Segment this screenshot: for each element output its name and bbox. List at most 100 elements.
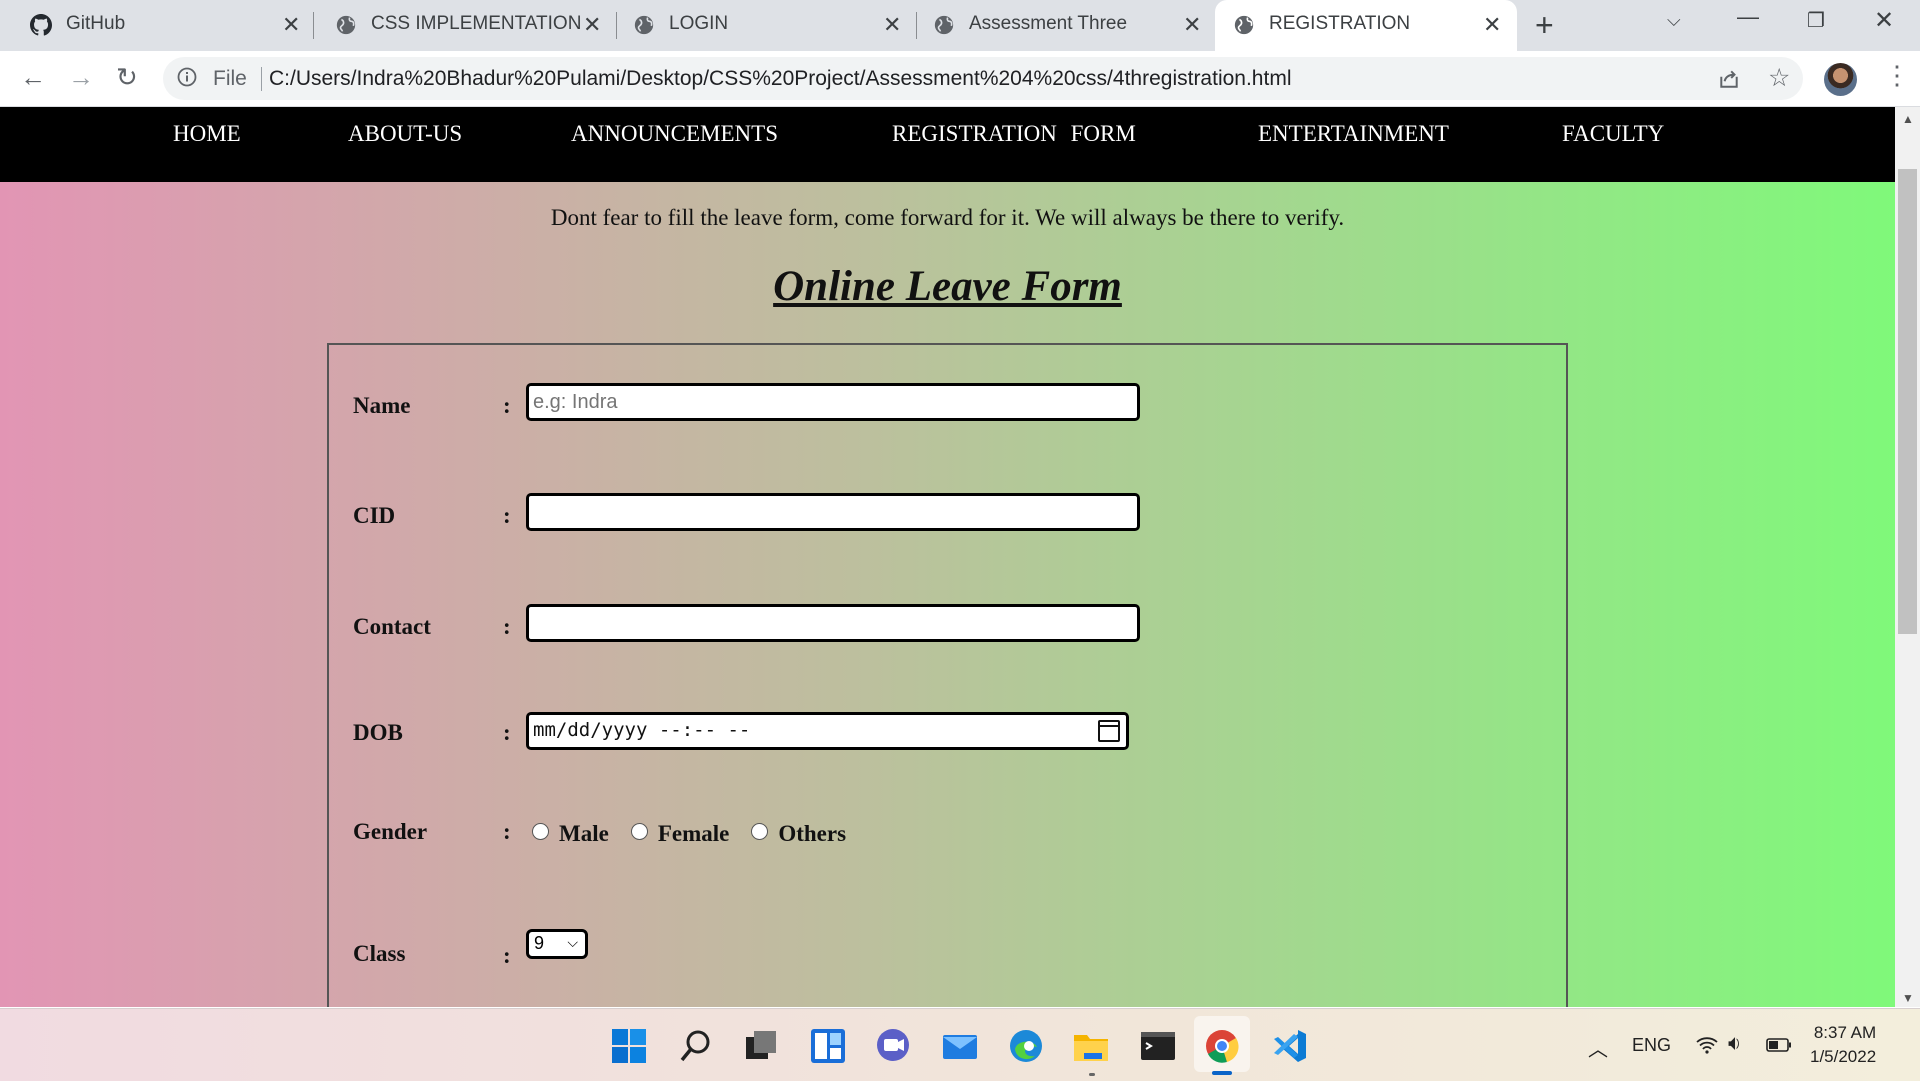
colon: :: [503, 503, 511, 528]
back-icon[interactable]: ←: [20, 62, 46, 93]
radio-label: Others: [778, 821, 847, 846]
system-clock[interactable]: 8:37 AM 1/5/2022: [1810, 1021, 1876, 1069]
chrome-icon[interactable]: [1203, 1027, 1241, 1065]
dob-label: DOB: [353, 720, 403, 745]
nav-home[interactable]: HOME: [173, 121, 241, 147]
task-view-icon[interactable]: [742, 1027, 780, 1065]
tab-title: CSS IMPLEMENTATION: [371, 13, 582, 34]
language-indicator[interactable]: ENG: [1632, 1035, 1671, 1056]
colon: :: [503, 819, 511, 844]
share-icon[interactable]: [1718, 68, 1740, 90]
colon: :: [503, 943, 511, 968]
mail-icon[interactable]: [941, 1027, 979, 1065]
nav-faculty[interactable]: FACULTY: [1562, 121, 1664, 147]
tab-title: REGISTRATION: [1269, 13, 1411, 34]
running-indicator: [1212, 1071, 1232, 1075]
radio-others[interactable]: [751, 822, 769, 840]
close-tab-icon[interactable]: ✕: [1183, 13, 1201, 37]
tab-login[interactable]: LOGIN ✕: [605, 0, 915, 51]
globe-icon: [934, 15, 954, 35]
info-icon[interactable]: [177, 67, 197, 87]
scroll-thumb[interactable]: [1898, 169, 1917, 634]
class-label: Class: [353, 941, 406, 966]
nav-about-us[interactable]: ABOUT-US: [348, 121, 462, 147]
dob-datetime-input[interactable]: mm/dd/yyyy --:-- --: [526, 712, 1129, 750]
search-icon[interactable]: [677, 1027, 715, 1065]
github-icon: [30, 14, 52, 36]
new-tab-icon[interactable]: +: [1535, 8, 1554, 42]
name-placeholder: e.g: Indra: [533, 391, 618, 413]
scroll-up-arrow-icon[interactable]: ▲: [1902, 112, 1914, 126]
vscode-icon[interactable]: [1271, 1027, 1309, 1065]
tab-title: LOGIN: [669, 13, 729, 34]
page-title: Online Leave Form: [773, 263, 1122, 310]
windows-start-icon[interactable]: [610, 1027, 648, 1065]
calendar-icon[interactable]: [1098, 720, 1120, 742]
edge-icon[interactable]: [1007, 1027, 1045, 1065]
windows-taskbar: ︿ ENG 🔉︎ 8:37 AM 1/5/2022: [0, 1008, 1920, 1081]
globe-icon: [1234, 15, 1254, 35]
tab-css-implementation[interactable]: CSS IMPLEMENTATION ✕: [305, 0, 615, 51]
tab-search-icon[interactable]: ⌵: [1667, 10, 1681, 31]
battery-icon[interactable]: [1766, 1038, 1792, 1052]
tab-registration[interactable]: REGISTRATION ✕: [1215, 0, 1517, 51]
file-explorer-icon[interactable]: [1072, 1027, 1110, 1065]
profile-avatar[interactable]: [1824, 63, 1857, 96]
contact-label: Contact: [353, 614, 431, 639]
class-select-value: 9: [534, 933, 545, 953]
wifi-icon[interactable]: [1695, 1035, 1719, 1055]
close-tab-icon[interactable]: ✕: [883, 13, 901, 37]
forward-icon[interactable]: →: [68, 62, 94, 93]
clock-date: 1/5/2022: [1810, 1047, 1877, 1066]
radio-label: Male: [559, 821, 609, 846]
site-navbar: HOME ABOUT-US ANNOUNCEMENTS REGISTRATION…: [0, 107, 1895, 182]
nav-entertainment[interactable]: ENTERTAINMENT: [1258, 121, 1449, 147]
close-tab-icon[interactable]: ✕: [1483, 13, 1501, 37]
contact-input[interactable]: [526, 604, 1140, 642]
globe-icon: [634, 15, 654, 35]
chevron-down-icon: ⌵: [567, 934, 578, 950]
reload-icon[interactable]: ↻: [116, 62, 138, 93]
volume-icon[interactable]: 🔉︎: [1728, 1032, 1741, 1056]
cid-label: CID: [353, 503, 396, 528]
nav-registration-form[interactable]: REGISTRATION FORM: [892, 121, 1136, 147]
restore-icon[interactable]: ❐: [1807, 8, 1825, 33]
globe-icon: [336, 15, 356, 35]
tab-assessment-three[interactable]: Assessment Three ✕: [905, 0, 1215, 51]
colon: :: [503, 393, 511, 418]
clock-time: 8:37 AM: [1813, 1023, 1877, 1042]
gender-label: Gender: [353, 819, 428, 844]
radio-female[interactable]: [630, 822, 648, 840]
gender-radio-group: Male Female Others: [532, 821, 868, 847]
close-tab-icon[interactable]: ✕: [282, 13, 300, 37]
class-select[interactable]: 9 ⌵: [526, 929, 588, 959]
menu-kebab-icon[interactable]: ⋮: [1884, 61, 1910, 89]
close-window-icon[interactable]: ✕: [1874, 6, 1894, 35]
name-input[interactable]: e.g: Indra: [526, 383, 1140, 421]
show-hidden-icons-icon[interactable]: ︿: [1588, 1033, 1608, 1062]
url-text[interactable]: C:/Users/Indra%20Bhadur%20Pulami/Desktop…: [269, 67, 1291, 91]
bookmark-star-icon[interactable]: ☆: [1768, 63, 1790, 93]
nav-announcements[interactable]: ANNOUNCEMENTS: [571, 121, 778, 147]
url-divider: [261, 67, 262, 91]
scroll-down-arrow-icon[interactable]: ▼: [1902, 991, 1914, 1005]
radio-label: Female: [657, 821, 730, 846]
name-label: Name: [353, 393, 411, 418]
browser-toolbar: ← → ↻ File C:/Users/Indra%20Bhadur%20Pul…: [0, 51, 1920, 107]
tab-github[interactable]: GitHub ✕: [0, 0, 310, 51]
close-tab-icon[interactable]: ✕: [583, 13, 601, 37]
chat-icon[interactable]: [874, 1027, 912, 1065]
radio-male[interactable]: [532, 822, 549, 840]
widgets-icon[interactable]: [809, 1027, 847, 1065]
colon: :: [503, 614, 511, 639]
minimize-icon[interactable]: —: [1737, 4, 1759, 30]
colon: :: [503, 720, 511, 745]
terminal-icon[interactable]: [1139, 1027, 1177, 1065]
cid-input[interactable]: [526, 493, 1140, 531]
tab-title: Assessment Three: [969, 13, 1128, 34]
dob-value: mm/dd/yyyy --:-- --: [533, 719, 751, 741]
running-indicator: [1089, 1073, 1095, 1076]
address-bar[interactable]: File C:/Users/Indra%20Bhadur%20Pulami/De…: [163, 57, 1803, 100]
page-scrollbar[interactable]: ▲ ▼: [1895, 107, 1920, 1007]
tab-title: GitHub: [66, 13, 126, 34]
